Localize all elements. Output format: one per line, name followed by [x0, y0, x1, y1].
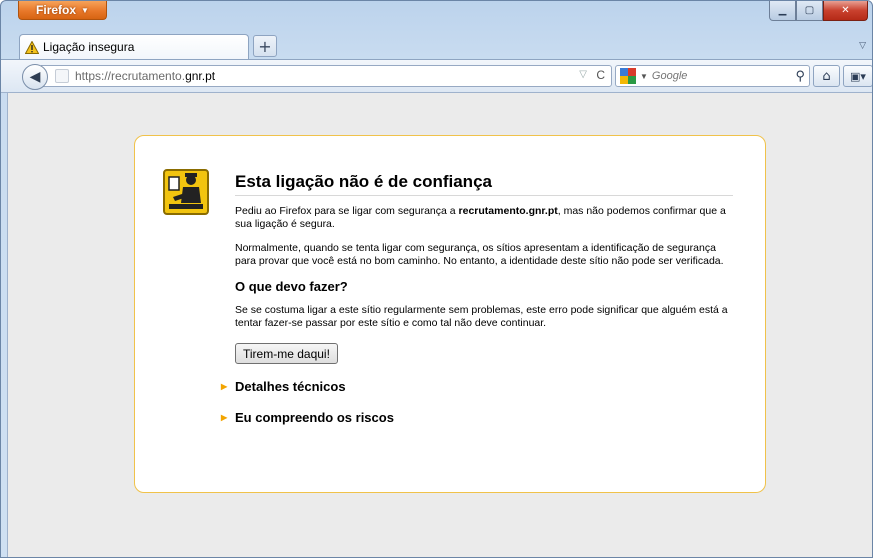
- intro-host: recrutamento.gnr.pt: [458, 205, 558, 217]
- firefox-menu-label: Firefox: [36, 3, 77, 17]
- minimize-button[interactable]: ▁: [769, 1, 796, 21]
- tab-list-icon[interactable]: ▽: [859, 41, 866, 51]
- expand-triangle-icon: ▶: [221, 413, 228, 422]
- google-icon[interactable]: [620, 68, 636, 84]
- maximize-button[interactable]: ▢: [796, 1, 823, 21]
- page-content: Esta ligação não é de confiança Pediu ao…: [7, 93, 872, 557]
- intro-paragraph: Pediu ao Firefox para se ligar com segur…: [235, 205, 735, 231]
- bookmark-star-icon[interactable]: ▽: [579, 69, 587, 80]
- what-to-do-heading: O que devo fazer?: [235, 279, 348, 294]
- url-prefix: https://recrutamento.: [75, 69, 186, 83]
- search-input[interactable]: [651, 70, 772, 82]
- extension-button[interactable]: ▣▾: [843, 65, 872, 87]
- browser-window: Firefox ▼ ▁ ▢ ✕ Ligação insegura + ▽ ◀ h…: [0, 0, 873, 558]
- understand-risks-expander[interactable]: ▶ Eu compreendo os riscos: [221, 410, 735, 425]
- extension-icon: ▣▾: [850, 69, 866, 83]
- close-button[interactable]: ✕: [823, 1, 868, 21]
- home-icon: ⌂: [822, 68, 831, 84]
- page-title: Esta ligação não é de confiança: [235, 172, 733, 196]
- tab-title: Ligação insegura: [43, 40, 135, 54]
- site-identity-icon[interactable]: [55, 69, 69, 83]
- explanation-paragraph: Normalmente, quando se tenta ligar com s…: [235, 242, 724, 267]
- expand-triangle-icon: ▶: [221, 382, 228, 391]
- technical-details-label: Detalhes técnicos: [235, 379, 346, 394]
- get-me-out-button[interactable]: Tirem-me daqui!: [235, 343, 338, 364]
- url-domain: gnr.pt: [185, 69, 216, 83]
- chevron-down-icon: ▼: [81, 5, 89, 15]
- title-bar: Firefox ▼ ▁ ▢ ✕: [1, 1, 872, 33]
- cert-error-icon: [163, 169, 209, 215]
- search-bar[interactable]: ▼ ⚲: [615, 65, 810, 87]
- firefox-menu-button[interactable]: Firefox ▼: [18, 1, 107, 20]
- warning-icon: [25, 40, 39, 54]
- home-button[interactable]: ⌂: [813, 65, 840, 87]
- back-button[interactable]: ◀: [22, 64, 48, 90]
- error-text: Esta ligação não é de confiança Pediu ao…: [221, 172, 735, 425]
- technical-details-expander[interactable]: ▶ Detalhes técnicos: [221, 379, 735, 394]
- understand-risks-label: Eu compreendo os riscos: [235, 410, 394, 425]
- reload-icon[interactable]: C: [596, 68, 605, 82]
- search-icon[interactable]: ⚲: [795, 68, 805, 84]
- new-tab-button[interactable]: +: [253, 35, 277, 57]
- intro-text-before: Pediu ao Firefox para se ligar com segur…: [235, 205, 459, 217]
- url-bar[interactable]: https://recrutamento. gnr.pt ▽ C: [41, 65, 612, 87]
- advice-paragraph: Se se costuma ligar a este sítio regular…: [235, 304, 728, 329]
- chevron-down-icon[interactable]: ▼: [640, 72, 648, 81]
- window-controls: ▁ ▢ ✕: [769, 1, 868, 23]
- error-box: Esta ligação não é de confiança Pediu ao…: [134, 135, 766, 493]
- tab-active[interactable]: Ligação insegura: [19, 34, 249, 59]
- back-arrow-icon: ◀: [29, 69, 41, 85]
